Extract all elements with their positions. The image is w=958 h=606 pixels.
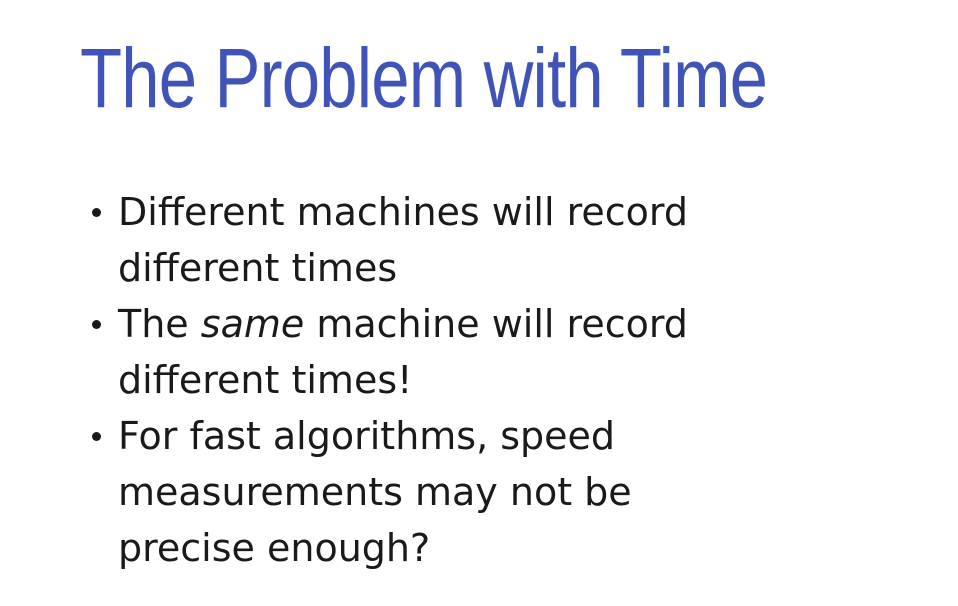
bullet-text-line: The same machine will record bbox=[118, 296, 778, 352]
bullet-text-emphasis: same bbox=[200, 302, 305, 346]
bullet-text-line: different times! bbox=[118, 358, 413, 402]
slide-title: The Problem with Time bbox=[80, 31, 768, 125]
bullet-dot-icon bbox=[92, 432, 101, 441]
bullet-text-line: measurements may not be bbox=[118, 470, 632, 514]
slide: The Problem with Time Different machines… bbox=[0, 0, 958, 606]
bullet-text-segment: machine will record bbox=[304, 302, 688, 346]
bullet-dot-icon bbox=[92, 208, 101, 217]
bullet-dot-icon bbox=[92, 320, 101, 329]
bullet-item-fast-algorithms: For fast algorithms, speed measurements … bbox=[92, 408, 778, 576]
bullet-item-same-machine: The same machine will record different t… bbox=[92, 296, 778, 408]
bullet-list: Different machines will record different… bbox=[92, 184, 778, 576]
bullet-text-line: For fast algorithms, speed bbox=[118, 414, 616, 458]
bullet-text-line: Different machines will record bbox=[118, 190, 688, 234]
bullet-item-different-machines: Different machines will record different… bbox=[92, 184, 778, 296]
bullet-text-line: different times bbox=[118, 246, 398, 290]
bullet-text-line: precise enough? bbox=[118, 526, 431, 570]
bullet-text-segment: The bbox=[118, 302, 201, 346]
